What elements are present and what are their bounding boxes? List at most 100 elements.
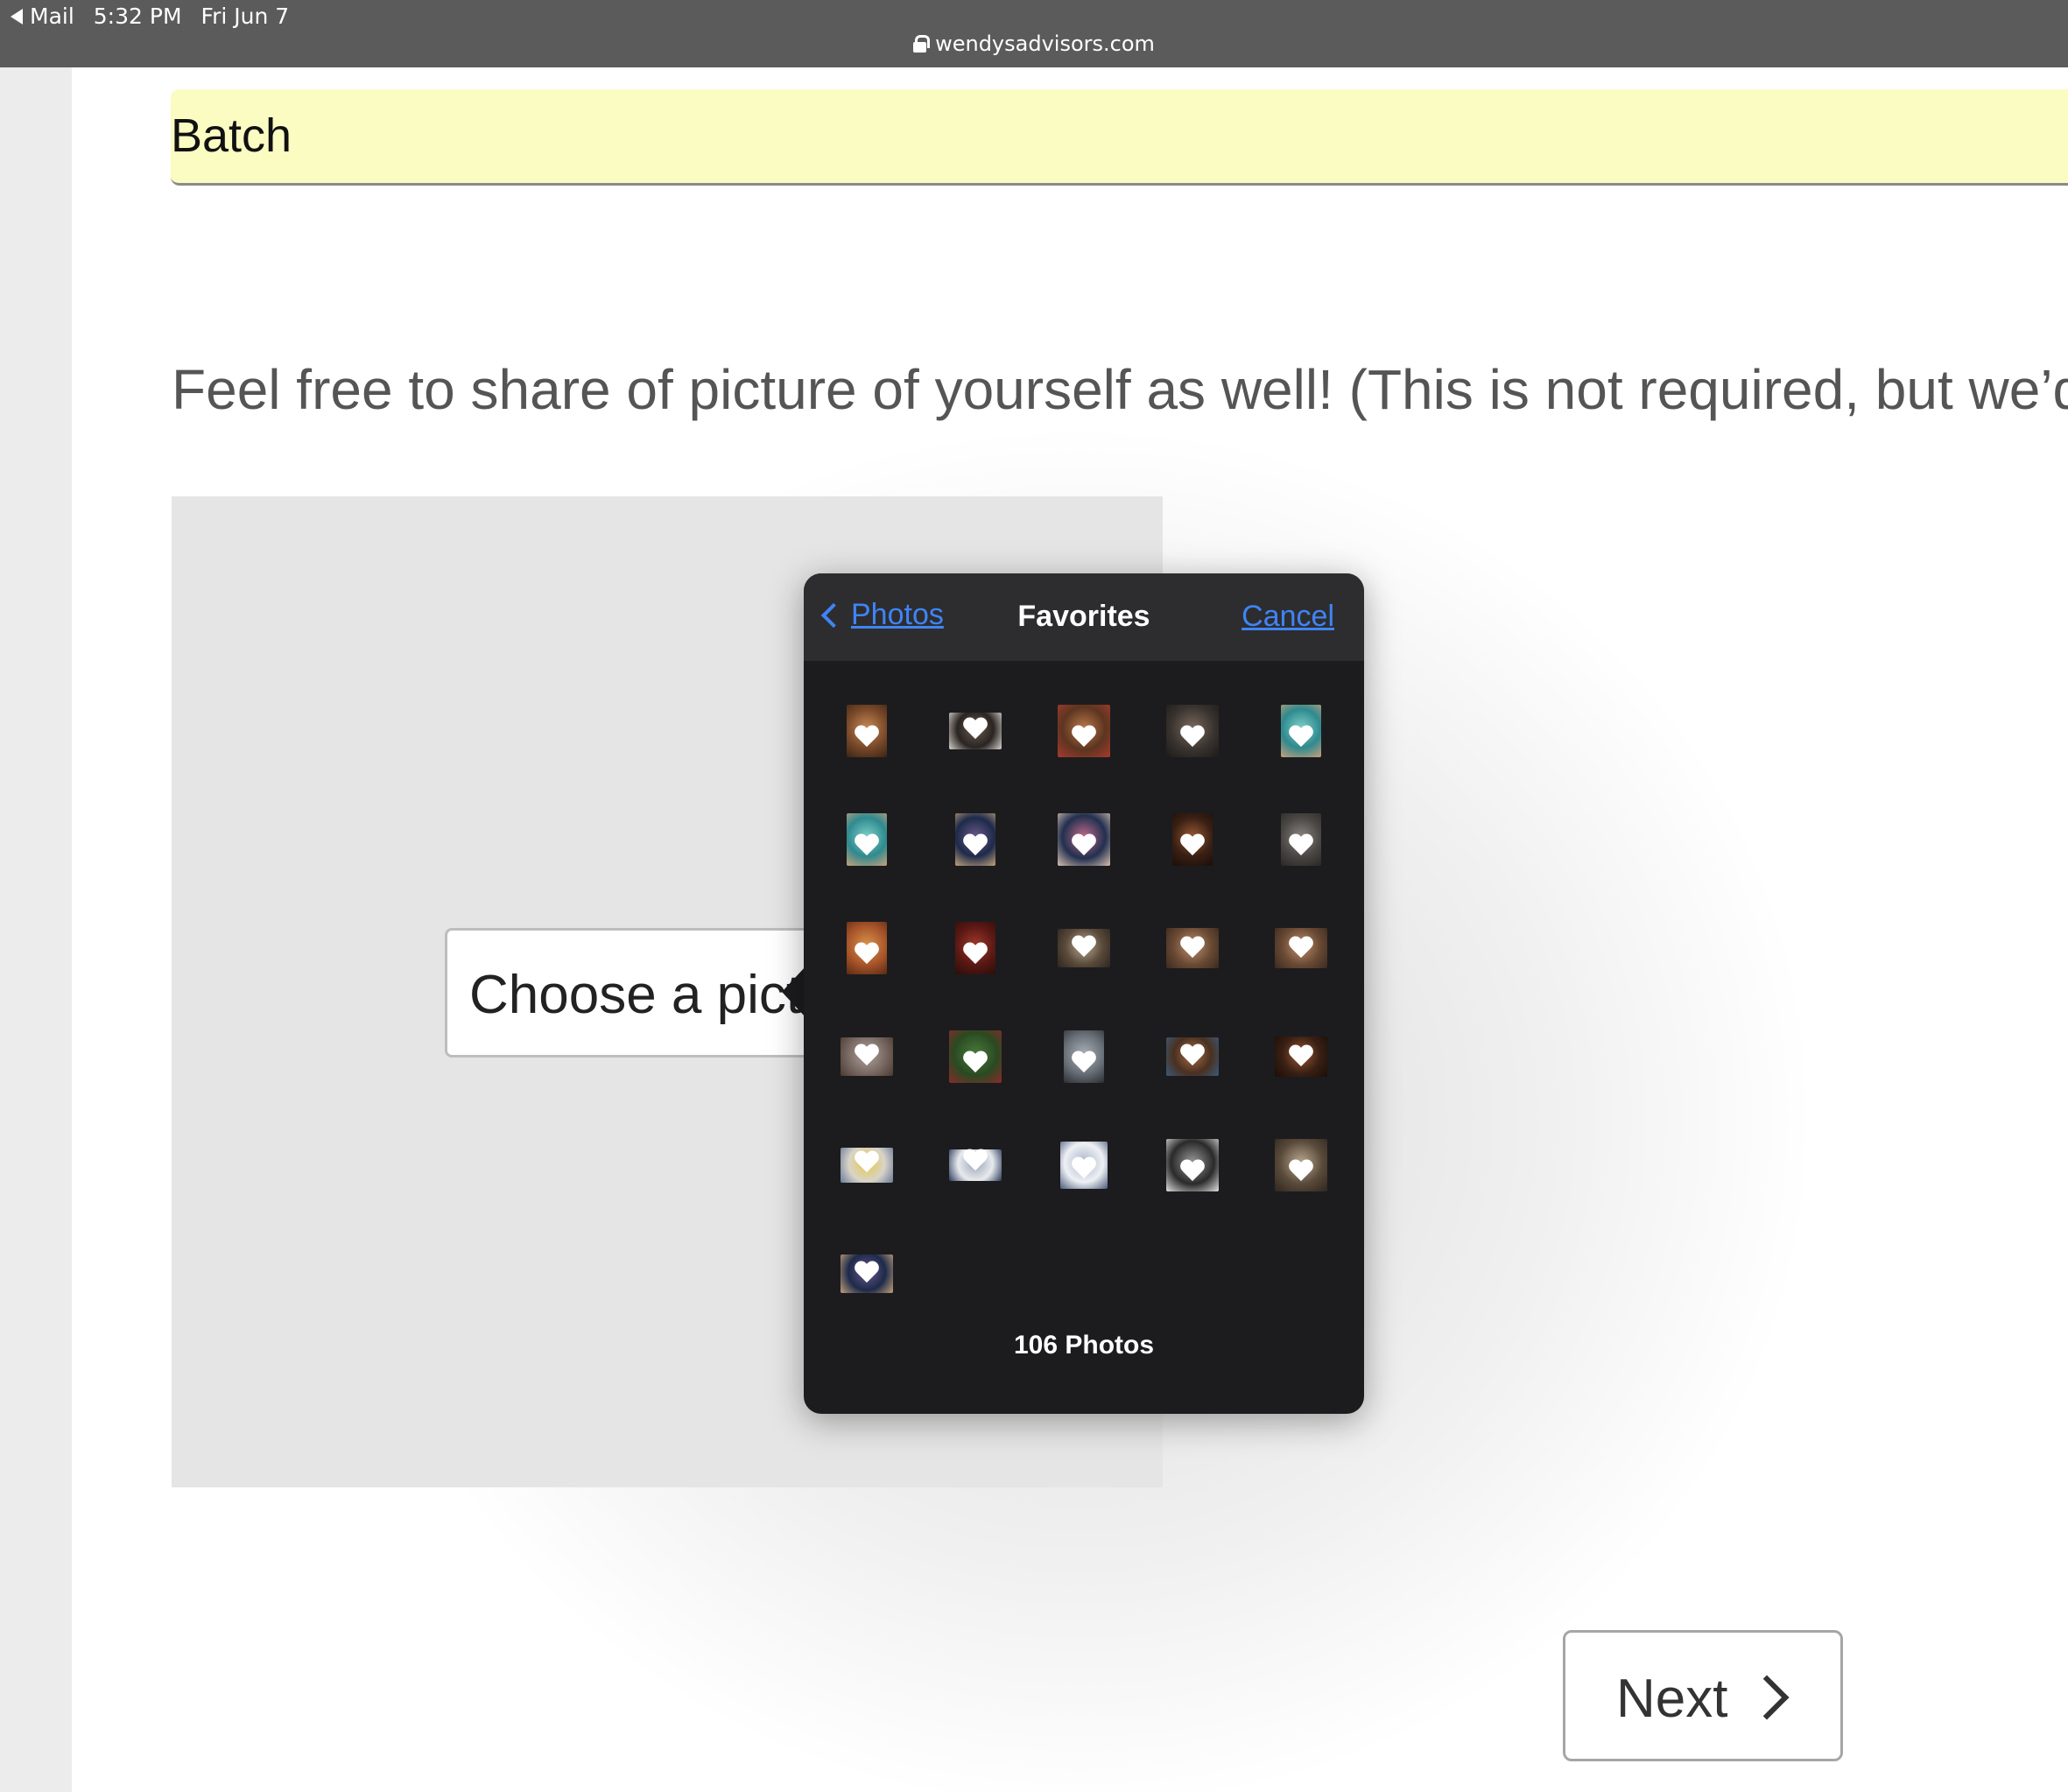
- photo-thumbnail[interactable]: [921, 785, 1030, 894]
- photo-thumbnail-image: [949, 713, 1002, 749]
- photo-thumbnail-image: [1058, 813, 1110, 866]
- photo-thumbnail[interactable]: [1247, 785, 1355, 894]
- favorite-heart-icon: [1071, 834, 1097, 859]
- back-triangle-icon: [11, 8, 23, 25]
- photo-thumbnail[interactable]: [921, 677, 1030, 785]
- photo-thumbnail-image: [1166, 1037, 1219, 1076]
- photo-thumbnail-image: [949, 1030, 1002, 1083]
- favorite-heart-icon: [1071, 1051, 1097, 1076]
- status-time: 5:32 PM: [93, 4, 182, 29]
- photo-thumbnail[interactable]: [812, 785, 921, 894]
- photo-thumbnail-image: [1172, 813, 1213, 866]
- photo-thumbnail-image: [1275, 1139, 1327, 1191]
- photo-thumbnail-image: [1166, 1139, 1219, 1191]
- left-gutter: [0, 67, 72, 1792]
- favorite-heart-icon: [1179, 726, 1206, 750]
- photo-thumbnail-image: [955, 922, 995, 974]
- picker-cancel-button[interactable]: Cancel: [1242, 600, 1334, 634]
- favorite-heart-icon: [1179, 937, 1206, 961]
- favorite-heart-icon: [1288, 726, 1314, 750]
- back-app-label: Mail: [30, 4, 74, 29]
- photo-thumbnail[interactable]: [1247, 1002, 1355, 1111]
- photo-picker-popover: Photos Favorites Cancel 106 Photos: [804, 573, 1364, 1414]
- photo-thumbnail[interactable]: [812, 1111, 921, 1219]
- favorite-heart-icon: [962, 834, 988, 859]
- favorite-heart-icon: [854, 726, 880, 750]
- photo-thumbnail-image: [949, 1149, 1002, 1181]
- photo-thumbnail-image: [1166, 928, 1219, 968]
- favorite-heart-icon: [962, 1051, 988, 1076]
- next-button-label: Next: [1616, 1669, 1728, 1729]
- photo-thumbnail[interactable]: [1030, 677, 1138, 785]
- photo-thumbnail-image: [847, 705, 887, 757]
- photo-thumbnail-image: [847, 922, 887, 974]
- photo-thumbnail[interactable]: [1030, 1111, 1138, 1219]
- favorite-heart-icon: [854, 1261, 880, 1286]
- favorite-heart-icon: [1288, 1160, 1314, 1184]
- favorite-heart-icon: [962, 718, 988, 742]
- photo-thumbnail-image: [1058, 929, 1110, 967]
- favorite-heart-icon: [1071, 936, 1097, 960]
- chevron-right-icon: [1744, 1675, 1790, 1720]
- favorite-heart-icon: [962, 943, 988, 967]
- photo-count: 106 Photos: [1013, 1331, 1155, 1360]
- photo-thumbnail[interactable]: [1247, 677, 1355, 785]
- photo-prompt-text: Feel free to share of picture of yoursel…: [172, 358, 2068, 421]
- back-to-app-button[interactable]: Mail: [11, 4, 74, 29]
- photo-thumbnail[interactable]: [812, 677, 921, 785]
- photo-thumbnail-image: [1275, 1037, 1327, 1077]
- photo-thumbnail[interactable]: [1030, 1002, 1138, 1111]
- favorite-heart-icon: [1179, 834, 1206, 859]
- photo-thumbnail-image: [847, 813, 887, 866]
- lock-icon: [913, 35, 931, 53]
- photo-thumbnail[interactable]: [1247, 1111, 1355, 1219]
- favorite-heart-icon: [854, 1151, 880, 1176]
- photo-thumbnail-image: [1281, 705, 1321, 757]
- photo-thumbnail[interactable]: [921, 1111, 1030, 1219]
- popover-arrow: [782, 966, 806, 1018]
- favorite-heart-icon: [962, 1149, 988, 1174]
- picker-header: Photos Favorites Cancel: [804, 573, 1364, 661]
- photo-grid: [812, 677, 1355, 1328]
- photo-thumbnail-image: [1166, 705, 1219, 757]
- photo-thumbnail[interactable]: [812, 1002, 921, 1111]
- photo-thumbnail[interactable]: [812, 1219, 921, 1328]
- photo-thumbnail[interactable]: [1030, 785, 1138, 894]
- photo-thumbnail[interactable]: [1138, 1002, 1247, 1111]
- photo-thumbnail[interactable]: [1138, 677, 1247, 785]
- status-date: Fri Jun 7: [200, 4, 290, 29]
- favorite-heart-icon: [1071, 726, 1097, 750]
- photo-thumbnail[interactable]: [1138, 1111, 1247, 1219]
- favorite-heart-icon: [854, 834, 880, 859]
- batch-input[interactable]: Batch: [171, 89, 2068, 186]
- photo-thumbnail[interactable]: [1030, 894, 1138, 1002]
- photo-thumbnail[interactable]: [921, 1002, 1030, 1111]
- next-button[interactable]: Next: [1563, 1630, 1843, 1761]
- photo-thumbnail[interactable]: [1138, 894, 1247, 1002]
- photo-thumbnail-image: [1060, 1142, 1108, 1189]
- favorite-heart-icon: [1179, 1160, 1206, 1184]
- photo-thumbnail-image: [841, 1148, 893, 1183]
- photo-thumbnail[interactable]: [1138, 785, 1247, 894]
- address-bar[interactable]: wendysadvisors.com: [0, 32, 2068, 56]
- favorite-heart-icon: [1288, 937, 1314, 961]
- favorite-heart-icon: [1288, 834, 1314, 859]
- favorite-heart-icon: [854, 943, 880, 967]
- favorite-heart-icon: [1179, 1044, 1206, 1069]
- photo-thumbnail-image: [841, 1037, 893, 1076]
- photo-thumbnail[interactable]: [921, 894, 1030, 1002]
- favorite-heart-icon: [1288, 1045, 1314, 1070]
- photo-thumbnail-image: [841, 1254, 893, 1293]
- photo-thumbnail-image: [1281, 813, 1321, 866]
- photo-thumbnail-image: [955, 813, 995, 866]
- photo-thumbnail-image: [1064, 1030, 1104, 1083]
- favorite-heart-icon: [854, 1044, 880, 1069]
- batch-input-value: Batch: [171, 109, 292, 162]
- photo-thumbnail[interactable]: [812, 894, 921, 1002]
- photo-thumbnail-image: [1058, 705, 1110, 757]
- favorite-heart-icon: [1071, 1157, 1097, 1182]
- url-text: wendysadvisors.com: [935, 32, 1155, 56]
- photo-thumbnail[interactable]: [1247, 894, 1355, 1002]
- status-bar: Mail 5:32 PM Fri Jun 7 wendysadvisors.co…: [0, 0, 2068, 67]
- choose-picture-label: Choose a pict: [469, 965, 802, 1025]
